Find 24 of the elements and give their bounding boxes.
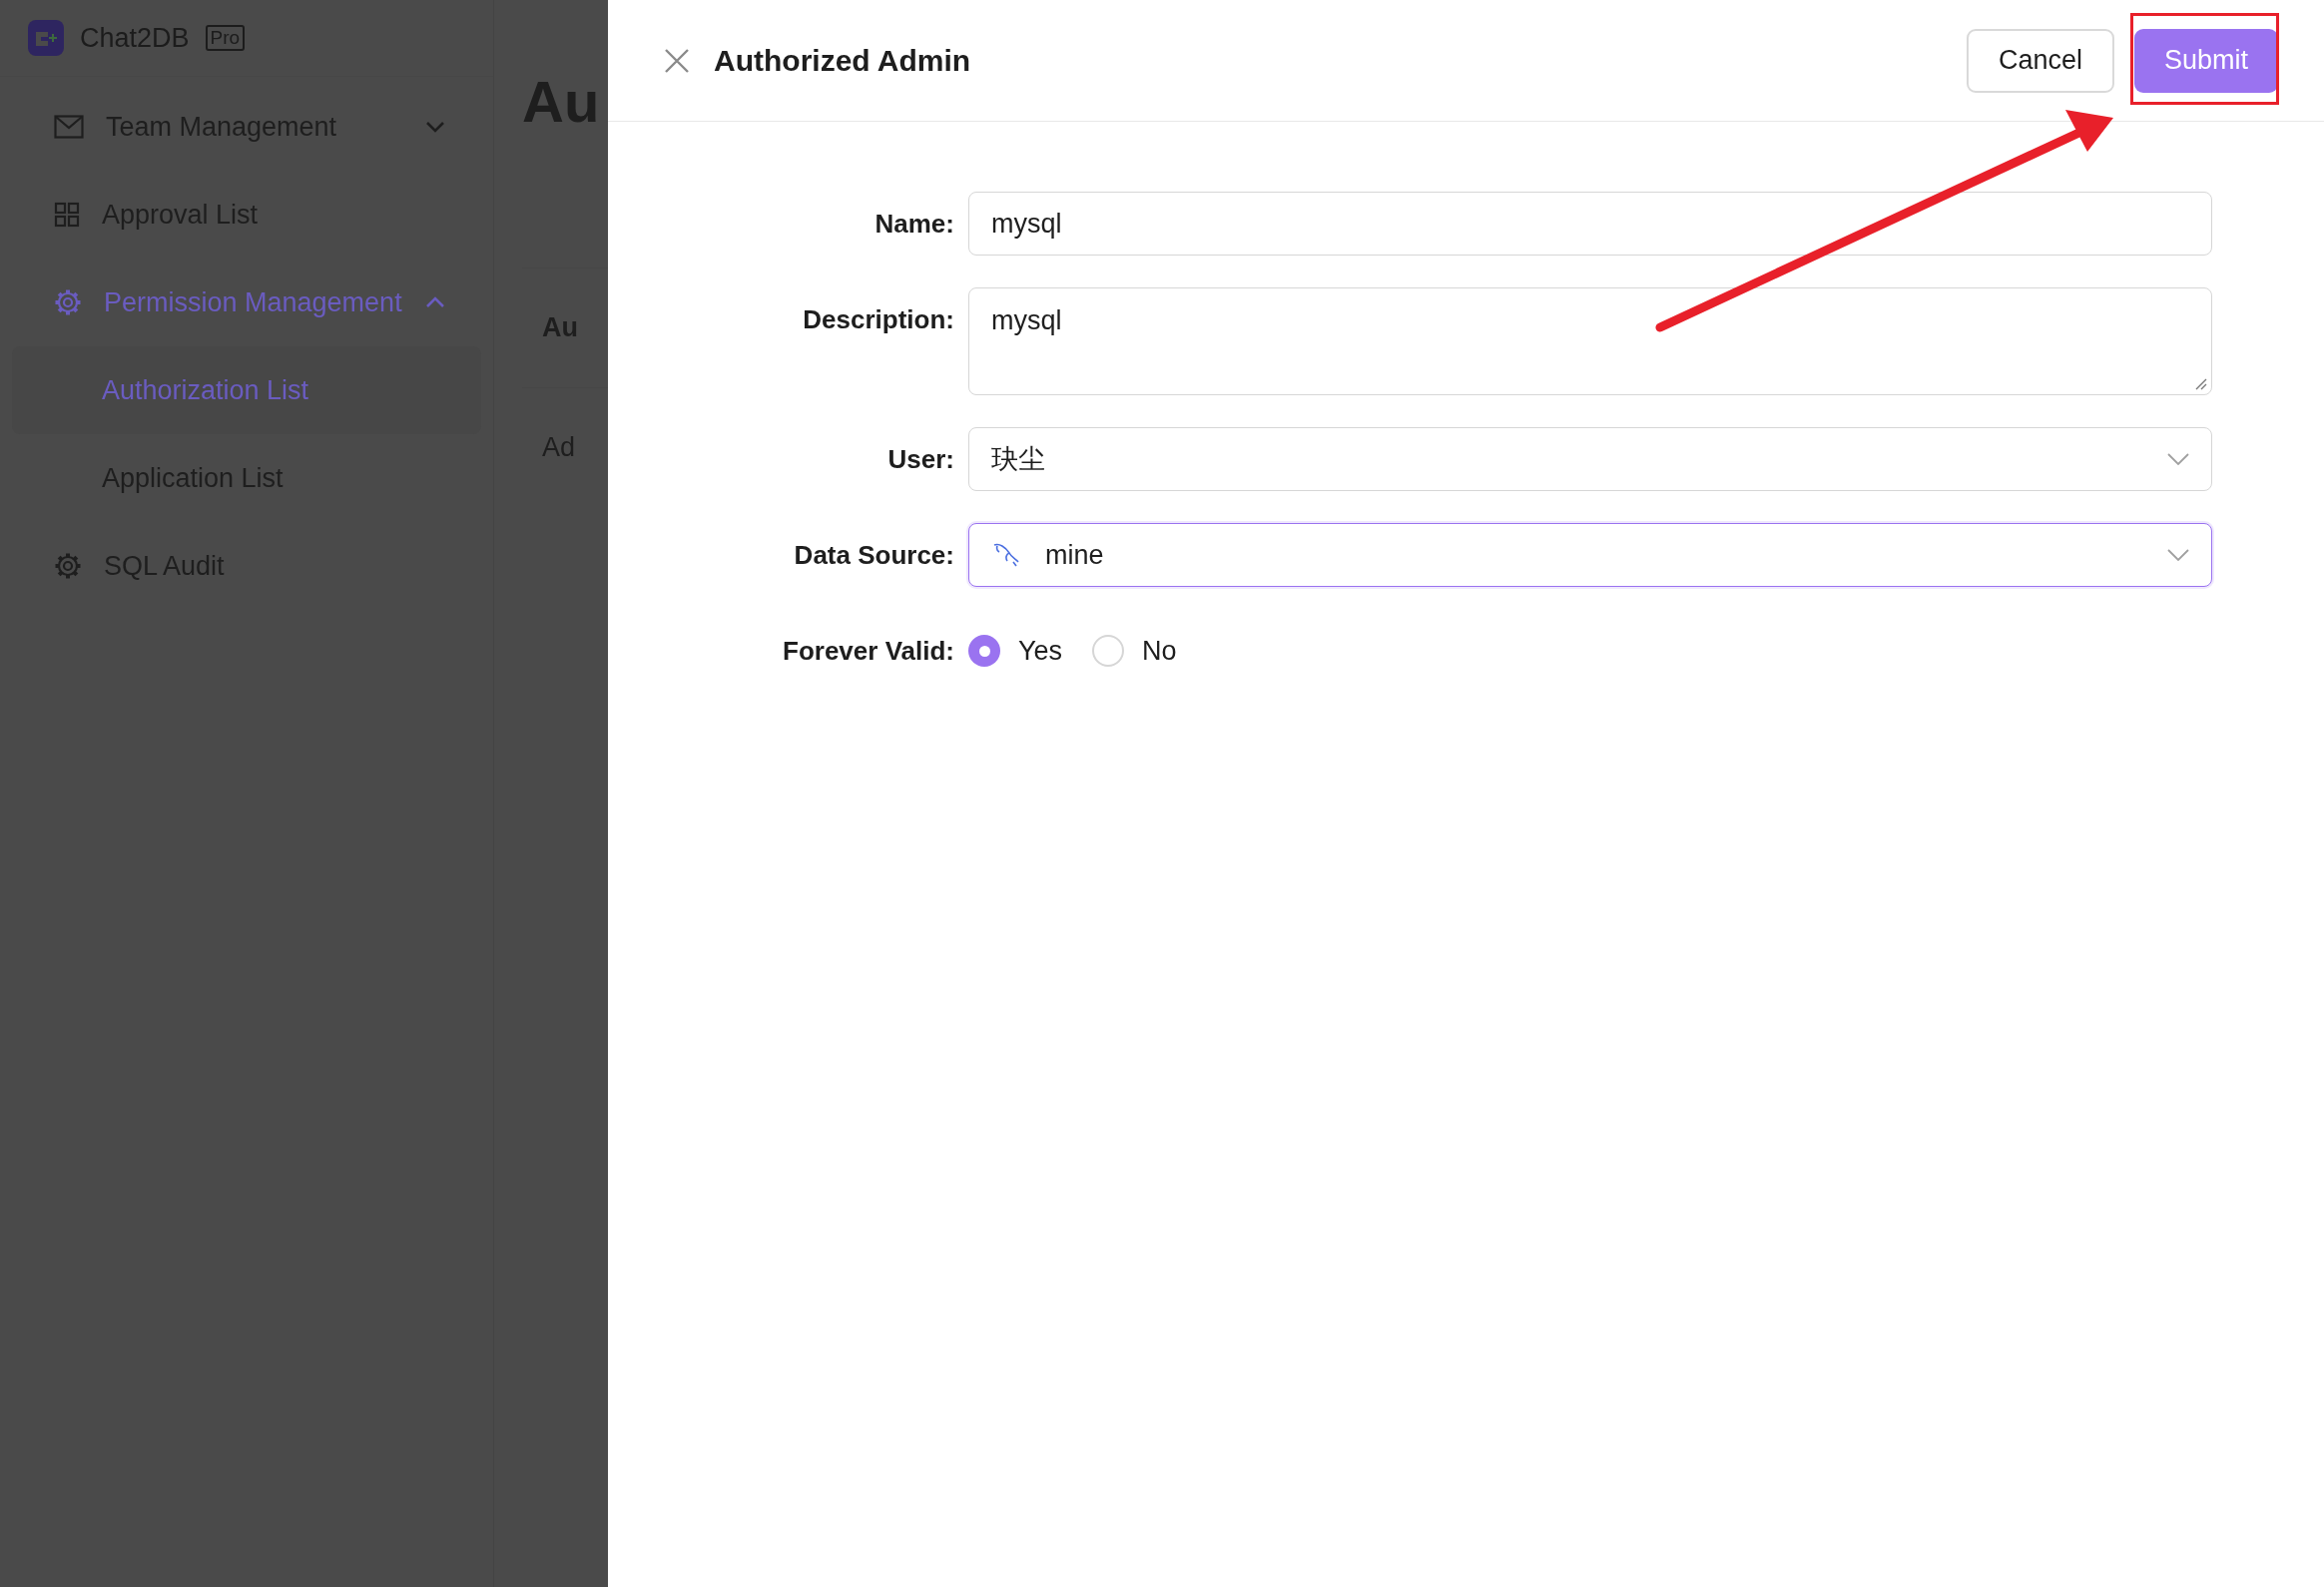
drawer-title: Authorized Admin — [714, 43, 972, 79]
logo-icon — [28, 20, 64, 56]
field-label: Description: — [803, 302, 954, 336]
cancel-button[interactable]: Cancel — [1966, 28, 2114, 93]
field-label: User: — [887, 442, 954, 476]
field-label: Name: — [874, 207, 954, 241]
radio-option[interactable]: No — [1092, 630, 1177, 672]
mail-icon — [54, 115, 84, 139]
grid-icon — [54, 202, 80, 228]
select-field[interactable]: 玦尘 — [968, 427, 2212, 491]
gear-icon — [54, 552, 82, 580]
close-icon[interactable] — [664, 47, 690, 74]
input-field[interactable]: mysql — [968, 192, 2212, 256]
gear-icon — [54, 288, 82, 316]
radio-option[interactable]: Yes — [968, 630, 1063, 672]
text-area[interactable]: mysql — [968, 287, 2212, 395]
select-field[interactable]: mine — [968, 523, 2212, 587]
chevron-down-icon — [2167, 549, 2189, 561]
field-label: Forever Valid: — [783, 634, 954, 668]
chevron-down-icon — [2167, 453, 2189, 465]
chevron-icon — [425, 296, 445, 308]
chevron-icon — [425, 121, 445, 133]
resize-handle-icon — [2195, 378, 2207, 390]
field-label: Data Source: — [794, 538, 954, 572]
